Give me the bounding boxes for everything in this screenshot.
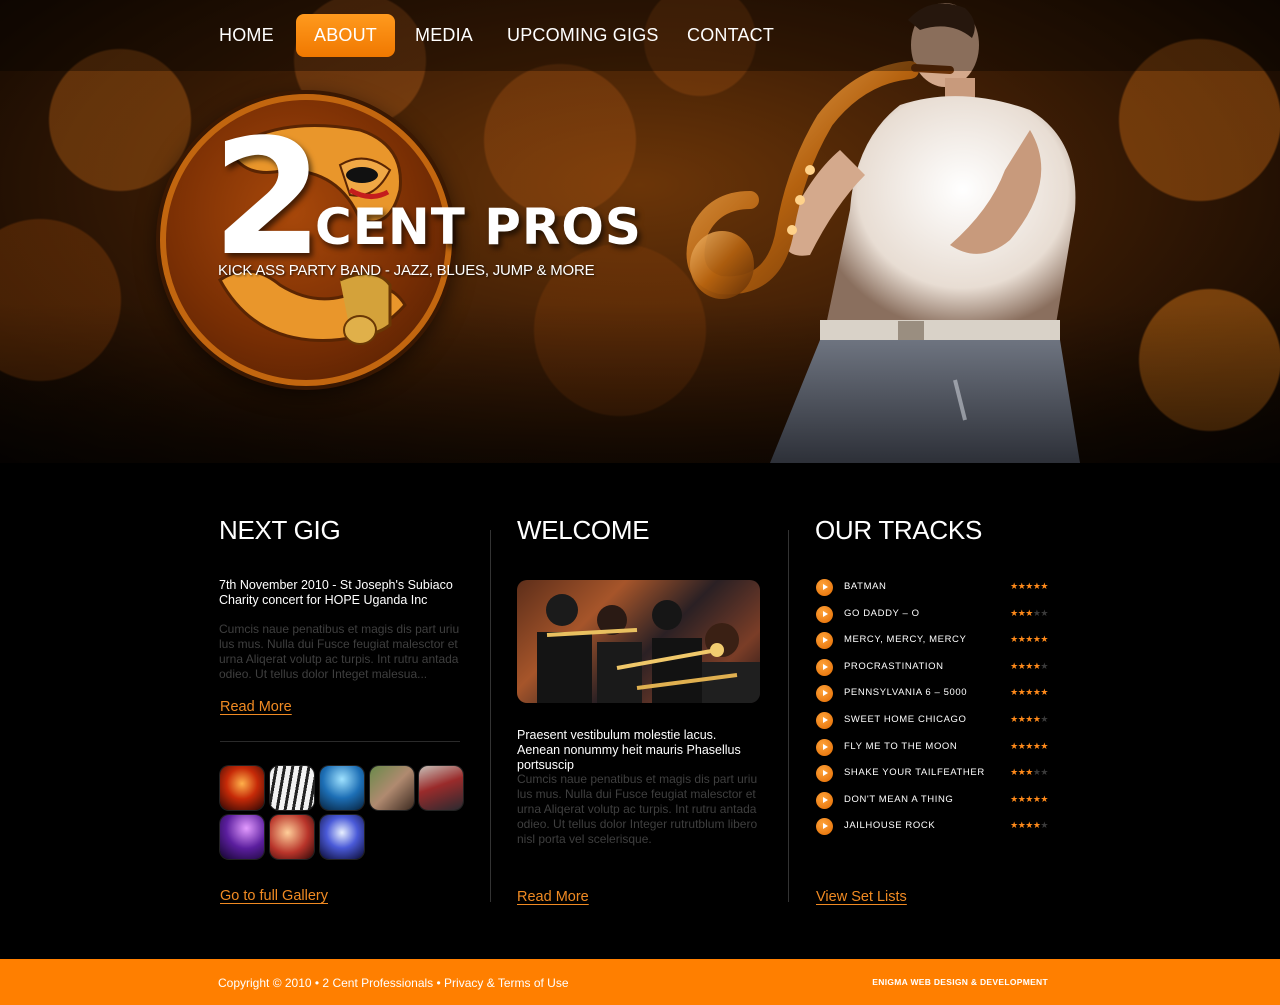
hero-banner: HOME ABOUT MEDIA UPCOMING GIGS CONTACT 2… — [0, 0, 1280, 463]
track-row[interactable]: PENNSYLVANIA 6 – 5000 ★★★★★ — [816, 685, 1048, 703]
rating-stars-icon: ★★★★★ — [1010, 714, 1048, 724]
view-set-lists-link[interactable]: View Set Lists — [816, 889, 907, 905]
play-icon[interactable] — [816, 685, 833, 703]
welcome-title: WELCOME — [517, 515, 650, 545]
tracks-section: OUR TRACKS — [815, 515, 1050, 546]
nav-upcoming-gigs[interactable]: UPCOMING GIGS — [507, 14, 659, 57]
main-nav: HOME ABOUT MEDIA UPCOMING GIGS CONTACT — [0, 0, 1280, 71]
track-row[interactable]: FLY ME TO THE MOON ★★★★★ — [816, 738, 1048, 757]
play-icon[interactable] — [816, 738, 833, 756]
gallery-thumb[interactable] — [370, 766, 414, 810]
gallery-thumb[interactable] — [270, 766, 314, 810]
rating-stars-icon: ★★★★★ — [1010, 687, 1048, 698]
play-icon[interactable] — [816, 712, 833, 729]
track-name: GO DADDY – O — [844, 607, 920, 619]
track-name: BATMAN — [844, 581, 887, 592]
band-photo — [517, 580, 760, 703]
gallery-thumb[interactable] — [320, 766, 364, 810]
welcome-read-more-link[interactable]: Read More — [517, 889, 589, 905]
next-gig-body: Cumcis naue penatibus et magis dis part … — [219, 622, 460, 681]
track-row[interactable]: PROCRASTINATION ★★★★★ — [816, 658, 1048, 677]
play-icon[interactable] — [816, 791, 833, 809]
designer-credit[interactable]: ENIGMA WEB DESIGN & DEVELOPMENT — [872, 977, 1048, 987]
full-gallery-link[interactable]: Go to full Gallery — [220, 888, 328, 904]
copyright-text: Copyright © 2010 • 2 Cent Professionals … — [218, 976, 569, 990]
gallery-thumb[interactable] — [220, 815, 264, 859]
play-icon[interactable] — [816, 632, 833, 650]
track-row[interactable]: GO DADDY – O ★★★★★ — [816, 605, 1048, 624]
next-gig-section: NEXT GIG — [219, 515, 464, 546]
rating-stars-icon: ★★★★★ — [1010, 607, 1048, 618]
rating-stars-icon: ★★★★★ — [1010, 767, 1048, 778]
nav-about[interactable]: ABOUT — [296, 14, 396, 57]
track-name: JAILHOUSE ROCK — [844, 820, 936, 832]
next-gig-title: NEXT GIG — [219, 515, 341, 545]
play-icon[interactable] — [816, 605, 833, 623]
track-name: PENNSYLVANIA 6 – 5000 — [844, 687, 968, 699]
track-row[interactable]: SWEET HOME CHICAGO ★★★★★ — [816, 712, 1048, 730]
track-name: MERCY, MERCY, MERCY — [844, 634, 967, 646]
welcome-section: WELCOME — [517, 515, 762, 546]
nav-media[interactable]: MEDIA — [415, 14, 473, 57]
track-name: SWEET HOME CHICAGO — [844, 714, 967, 725]
track-name: DON'T MEAN A THING — [844, 793, 954, 805]
rating-stars-icon: ★★★★★ — [1010, 740, 1048, 751]
play-icon[interactable] — [816, 765, 833, 783]
copyright-prefix: Copyright © 2010 • 2 Cent Professionals … — [218, 976, 441, 990]
track-row[interactable]: BATMAN ★★★★★ — [816, 579, 1048, 597]
nav-home[interactable]: HOME — [219, 14, 274, 57]
tracks-title: OUR TRACKS — [815, 515, 982, 545]
next-gig-read-more-link[interactable]: Read More — [220, 699, 292, 715]
track-row[interactable]: JAILHOUSE ROCK ★★★★★ — [816, 818, 1048, 836]
logo-numeral: 2 — [212, 104, 323, 291]
rating-stars-icon: ★★★★★ — [1010, 793, 1048, 804]
privacy-terms-link[interactable]: Privacy & Terms of Use — [444, 976, 568, 990]
play-icon[interactable] — [816, 818, 833, 836]
column-divider — [490, 530, 491, 902]
rating-stars-icon: ★★★★★ — [1010, 634, 1048, 645]
track-name: SHAKE YOUR TAILFEATHER — [844, 767, 985, 779]
gallery-thumb[interactable] — [270, 815, 314, 859]
track-name: PROCRASTINATION — [844, 660, 944, 672]
gallery-thumb[interactable] — [320, 815, 364, 859]
rating-stars-icon: ★★★★★ — [1010, 660, 1048, 671]
play-icon[interactable] — [816, 579, 833, 596]
nav-contact[interactable]: CONTACT — [687, 14, 774, 57]
play-icon[interactable] — [816, 658, 833, 676]
rating-stars-icon: ★★★★★ — [1010, 820, 1048, 831]
footer: Copyright © 2010 • 2 Cent Professionals … — [0, 959, 1280, 1005]
track-row[interactable]: SHAKE YOUR TAILFEATHER ★★★★★ — [816, 765, 1048, 783]
rating-stars-icon: ★★★★★ — [1010, 581, 1048, 591]
gallery-thumb[interactable] — [419, 766, 463, 810]
logo-wordmark: CENT PROS — [315, 198, 642, 256]
welcome-lead: Praesent vestibulum molestie lacus. Aene… — [517, 728, 741, 772]
gig-divider — [220, 741, 460, 742]
logo-tagline: KICK ASS PARTY BAND - JAZZ, BLUES, JUMP … — [218, 262, 595, 279]
track-name: FLY ME TO THE MOON — [844, 740, 958, 752]
track-row[interactable]: MERCY, MERCY, MERCY ★★★★★ — [816, 632, 1048, 650]
next-gig-lead: 7th November 2010 - St Joseph's Subiaco … — [219, 578, 453, 607]
gallery-thumb[interactable] — [220, 766, 264, 810]
column-divider — [788, 530, 789, 902]
welcome-body: Cumcis naue penatibus et magis dis part … — [517, 772, 758, 846]
track-row[interactable]: DON'T MEAN A THING ★★★★★ — [816, 791, 1048, 810]
